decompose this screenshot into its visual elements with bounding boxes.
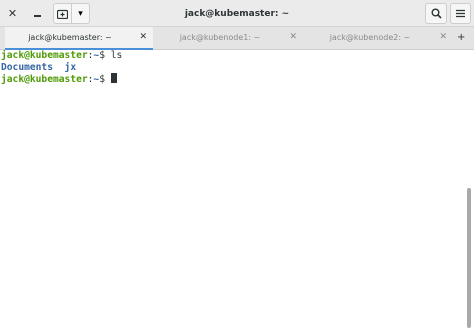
prompt-user: jack@kubemaster bbox=[1, 74, 88, 85]
tab-label: jack@kubenode2: ~ bbox=[329, 33, 411, 42]
chevron-down-icon: ▾ bbox=[78, 8, 83, 19]
tab-kubemaster[interactable]: jack@kubemaster: ~ ✕ bbox=[5, 27, 153, 50]
close-icon[interactable]: ✕ bbox=[439, 32, 447, 42]
command-text: ls bbox=[110, 50, 123, 61]
prompt-symbol: $ bbox=[99, 50, 111, 61]
menu-button[interactable] bbox=[450, 3, 471, 24]
terminal-line: jack@kubemaster:~$ ls bbox=[1, 50, 474, 62]
directory-entry: jx bbox=[64, 61, 77, 73]
window-close-button[interactable]: ✕ bbox=[2, 3, 23, 24]
minimize-icon bbox=[34, 15, 41, 17]
title-bar: ✕ ▾ jack@kubemaster: ~ bbox=[0, 0, 474, 27]
new-tab-icon bbox=[57, 9, 68, 19]
new-tab-dropdown-button[interactable]: ▾ bbox=[71, 4, 89, 23]
terminal-line: Documents jx bbox=[1, 62, 474, 74]
terminal-scrollbar[interactable] bbox=[467, 188, 471, 328]
prompt-symbol: $ bbox=[99, 74, 111, 85]
search-icon bbox=[431, 8, 442, 19]
tab-label: jack@kubemaster: ~ bbox=[28, 33, 112, 42]
directory-entry: Documents bbox=[1, 61, 53, 73]
prompt-user: jack@kubemaster bbox=[1, 50, 88, 61]
tab-bar: jack@kubemaster: ~ ✕ jack@kubenode1: ~ ✕… bbox=[0, 27, 474, 50]
tab-kubenode1[interactable]: jack@kubenode1: ~ ✕ bbox=[155, 27, 303, 50]
add-tab-icon[interactable]: + bbox=[457, 32, 465, 43]
tab-kubenode2[interactable]: jack@kubenode2: ~ ✕ bbox=[305, 27, 453, 50]
window-minimize-button[interactable] bbox=[27, 3, 48, 24]
close-icon[interactable]: ✕ bbox=[139, 32, 147, 42]
hamburger-menu-icon bbox=[456, 9, 465, 18]
close-icon[interactable]: ✕ bbox=[289, 32, 297, 42]
terminal-line: jack@kubemaster:~$ bbox=[1, 73, 474, 85]
window-title: jack@kubemaster: ~ bbox=[184, 8, 290, 19]
new-tab-button[interactable] bbox=[54, 4, 71, 23]
close-icon: ✕ bbox=[7, 7, 18, 20]
terminal-area[interactable]: jack@kubemaster:~$ ls Documents jx jack@… bbox=[0, 50, 474, 331]
tab-label: jack@kubenode1: ~ bbox=[179, 33, 261, 42]
search-button[interactable] bbox=[425, 3, 447, 24]
text-cursor bbox=[110, 73, 117, 83]
new-tab-split-button: ▾ bbox=[53, 3, 90, 24]
